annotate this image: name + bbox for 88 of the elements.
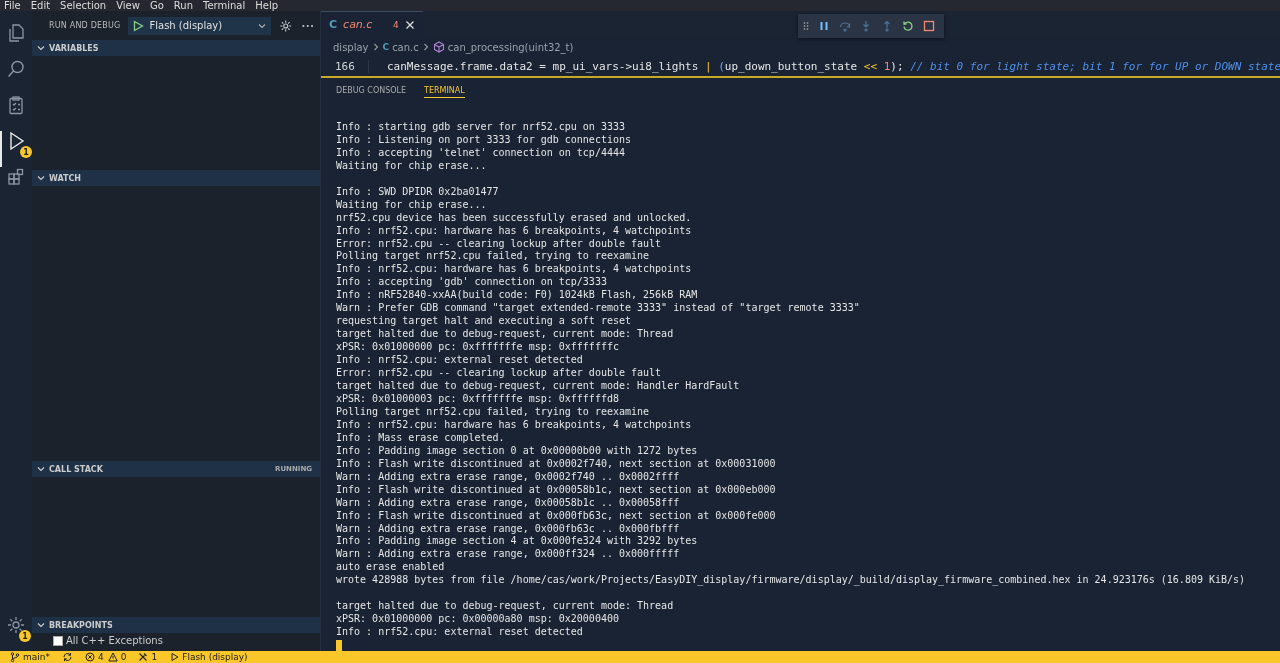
extensions-icon[interactable] xyxy=(6,167,26,187)
terminal-line: xPSR: 0x01000000 pc: 0xfffffffe msp: 0xfffffffc xyxy=(336,341,620,355)
terminal-line: Info : starting gdb server for nrf52.cpu on 3333 xyxy=(336,120,626,134)
line-number: 166 xyxy=(334,59,356,73)
terminal-line: Warn : Prefer GDB command "target extended-remote 3333" instead of "target remote 3333" xyxy=(336,302,861,316)
code-line: canMessage.frame.data2 = mp_ui_vars->ui8_lights | (up_down_button_state << 1); // bit 0 for light state; bit 1 for for UP or DOWN state xyxy=(368,59,1280,73)
terminal-line: Info : Mass erase completed. xyxy=(336,431,506,445)
terminal-line: Polling target nrf52.cpu failed, trying to reexamine xyxy=(336,405,651,419)
grip-icon[interactable] xyxy=(803,21,809,31)
terminal-line: Info : nrf52.cpu: external reset detected xyxy=(336,354,584,368)
menu-item[interactable]: Edit xyxy=(30,0,51,11)
problem-count: 4 xyxy=(393,19,399,30)
terminal-line: Info : nRF52840-xxAA(build code: F0) 1024kB Flash, 256kB RAM xyxy=(336,289,699,303)
terminal-line: Info : Padding image section 0 at 0x00000b00 with 1272 bytes xyxy=(336,444,699,458)
terminal-line: Info : nrf52.cpu: hardware has 6 breakpoints, 4 watchpoints xyxy=(336,263,693,277)
warning-icon xyxy=(107,652,118,662)
terminal-line: Info : Flash write discontinued at 0x00058b1c, next section at 0x000eb000 xyxy=(336,483,777,497)
panel-tab[interactable]: DEBUG CONSOLE xyxy=(336,86,407,97)
terminal-line: Info : Listening on port 3333 for gdb connections xyxy=(336,133,632,147)
launch-status[interactable]: Flash (display) xyxy=(169,652,248,662)
sync-icon[interactable] xyxy=(62,652,73,662)
terminal-line: xPSR: 0x01000000 pc: 0x00000a80 msp: 0x20000400 xyxy=(336,613,620,627)
terminal-line: Info : Padding image section 4 at 0x000fe324 with 3292 bytes xyxy=(336,535,699,549)
menu-item[interactable]: Selection xyxy=(60,0,107,11)
section-header[interactable]: WATCH xyxy=(32,170,320,186)
terminal-line: Waiting for chip erase... xyxy=(336,159,488,173)
checkbox[interactable] xyxy=(53,635,63,646)
breadcrumb-item[interactable]: can.c xyxy=(392,41,419,53)
chevron-icon xyxy=(421,42,430,52)
terminal-line: Info : nrf52.cpu: hardware has 6 breakpoints, 4 watchpoints xyxy=(336,418,693,432)
play-icon[interactable] xyxy=(132,19,145,32)
terminal-line: requesting target halt and executing a soft reset xyxy=(336,315,632,329)
menu-item[interactable]: File xyxy=(4,0,21,11)
warnings-status[interactable]: 0 xyxy=(107,652,127,662)
terminal-line: nrf52.cpu device has been successfully erased and unlocked. xyxy=(336,211,693,225)
c-file-icon: C xyxy=(329,18,338,31)
menu-item[interactable]: Run xyxy=(173,0,193,11)
settings-icon[interactable] xyxy=(279,18,293,33)
terminal-line: Info : nrf52.cpu: external reset detected xyxy=(336,626,584,640)
clipboard-icon[interactable] xyxy=(6,95,26,115)
stop-icon[interactable] xyxy=(923,20,935,32)
pause-icon[interactable] xyxy=(818,20,830,32)
files-icon[interactable] xyxy=(6,23,26,43)
branch-icon xyxy=(10,652,20,662)
terminal-line: Warn : Adding extra erase range, 0x000fb63c .. 0x000fbfff xyxy=(336,522,681,536)
breakpoint-label: All C++ Exceptions xyxy=(66,635,163,646)
terminal-line: Error: nrf52.cpu -- clearing lockup after double fault xyxy=(336,367,663,380)
section-header[interactable]: BREAKPOINTS xyxy=(32,617,320,633)
terminal-line: Info : accepting 'gdb' connection on tcp/3333 xyxy=(336,276,608,290)
tools-icon xyxy=(138,652,149,662)
terminal-line: Warn : Adding extra erase range, 0x000ff324 .. 0x000fffff xyxy=(336,548,681,562)
terminal-line: target halted due to debug-request, current mode: Thread xyxy=(336,600,675,614)
chevron-icon xyxy=(371,42,380,52)
terminal-line: Info : SWD DPIDR 0x2ba01477 xyxy=(336,185,500,199)
terminal-line: Info : nrf52.cpu: hardware has 6 breakpoints, 4 watchpoints xyxy=(336,224,693,238)
search-icon[interactable] xyxy=(6,59,26,79)
terminal-line: Warn : Adding extra erase range, 0x00058b1c .. 0x00058fff xyxy=(336,496,681,510)
terminal-line: auto erase enabled xyxy=(336,561,446,575)
terminal-line: Info : accepting 'telnet' connection on tcp/4444 xyxy=(336,146,626,160)
terminal-line: wrote 428988 bytes from file /home/cas/work/Projects/EasyDIY_display/firmware/display/_build/display_firmware_combined.hex in 24.923176s (16.809 KiB/s) xyxy=(336,574,1247,588)
notification-badge: 1 xyxy=(20,146,32,158)
branch-status[interactable]: main* xyxy=(10,652,50,662)
notification-badge: 1 xyxy=(19,630,31,642)
launch-config-dropdown[interactable]: Flash (display) xyxy=(128,16,272,35)
tools-status[interactable]: 1 xyxy=(138,652,158,662)
terminal-line: Polling target nrf52.cpu failed, trying to reexamine xyxy=(336,250,651,264)
panel-tab[interactable]: TERMINAL xyxy=(424,86,465,98)
terminal-line: target halted due to debug-request, current mode: Thread xyxy=(336,328,675,342)
menu-item[interactable]: Go xyxy=(149,0,164,11)
menu-item[interactable]: View xyxy=(116,0,140,11)
errors-status[interactable]: 4 xyxy=(85,652,104,662)
breadcrumb-item[interactable]: display xyxy=(333,41,369,53)
terminal-line: Warn : Adding extra erase range, 0x0002f740 .. 0x0002ffff xyxy=(336,470,681,484)
menu-item[interactable]: Help xyxy=(255,0,279,11)
cube-icon xyxy=(432,41,445,53)
close-icon[interactable] xyxy=(404,19,415,30)
section-header[interactable]: VARIABLES xyxy=(32,40,320,56)
restart-icon[interactable] xyxy=(902,20,914,32)
terminal-line: Waiting for chip erase... xyxy=(336,198,488,212)
terminal-line: xPSR: 0x01000003 pc: 0xfffffffe msp: 0xffffffd8 xyxy=(336,392,620,406)
terminal-line: Error: nrf52.cpu -- clearing lockup after double fault xyxy=(336,237,663,251)
menu-item[interactable]: Terminal xyxy=(203,0,246,11)
terminal-line: target halted due to debug-request, current mode: Handler HardFault xyxy=(336,380,741,393)
terminal-line: Info : Flash write discontinued at 0x000fb63c, next section at 0x000fe000 xyxy=(336,509,777,523)
sidebar-title: RUN AND DEBUG xyxy=(49,21,121,30)
terminal-line: Info : Flash write discontinued at 0x0002f740, next section at 0x00031000 xyxy=(336,457,777,471)
c-file-icon: C xyxy=(382,42,390,52)
breadcrumb-item[interactable]: can_processing(uint32_t) xyxy=(447,41,574,53)
